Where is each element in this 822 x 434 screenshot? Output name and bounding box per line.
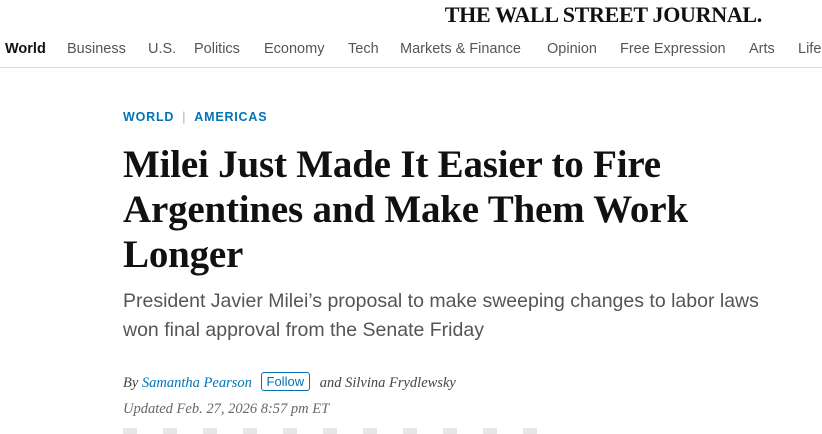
article-timestamp: Updated Feb. 27, 2026 8:57 pm ET [123,401,330,417]
nav-item-economy[interactable]: Economy [264,41,324,57]
nav-item-business[interactable]: Business [67,41,126,57]
nav-item-tech[interactable]: Tech [348,41,379,57]
nav-item-free-expression[interactable]: Free Expression [620,41,726,57]
article-headline: Milei Just Made It Easier to Fire Argent… [123,143,688,276]
masthead: THE WALL STREET JOURNAL. [0,0,822,30]
article-header: WORLD | AMERICAS Milei Just Made It Easier… [123,110,783,418]
kicker-separator: | [182,110,187,124]
nav-item-arts[interactable]: Arts [749,41,775,57]
nav-item-us[interactable]: U.S. [148,41,176,57]
article-kicker: WORLD | AMERICAS [123,110,783,132]
article-body-cutoff [123,428,563,434]
author-link[interactable]: Samantha Pearson [142,375,252,391]
nav-item-world[interactable]: World [5,41,46,57]
byline-coauthor: and Silvina Frydlewsky [319,375,456,391]
nav-item-life[interactable]: Life [798,41,821,57]
byline: By Samantha Pearson Follow and Silvina F… [123,372,783,392]
section-nav: World Business U.S. Politics Economy Tec… [0,33,822,68]
nav-item-markets-finance[interactable]: Markets & Finance [400,41,521,57]
kicker-subsection-link[interactable]: AMERICAS [194,110,267,124]
follow-author-button[interactable]: Follow [260,372,311,391]
nav-item-politics[interactable]: Politics [194,41,240,57]
article-dek: President Javier Milei’s proposal to mak… [123,290,759,341]
wsj-logo[interactable]: THE WALL STREET JOURNAL. [445,2,763,28]
byline-prefix: By [123,375,139,391]
kicker-section-link[interactable]: WORLD [123,110,174,124]
nav-item-opinion[interactable]: Opinion [547,41,597,57]
